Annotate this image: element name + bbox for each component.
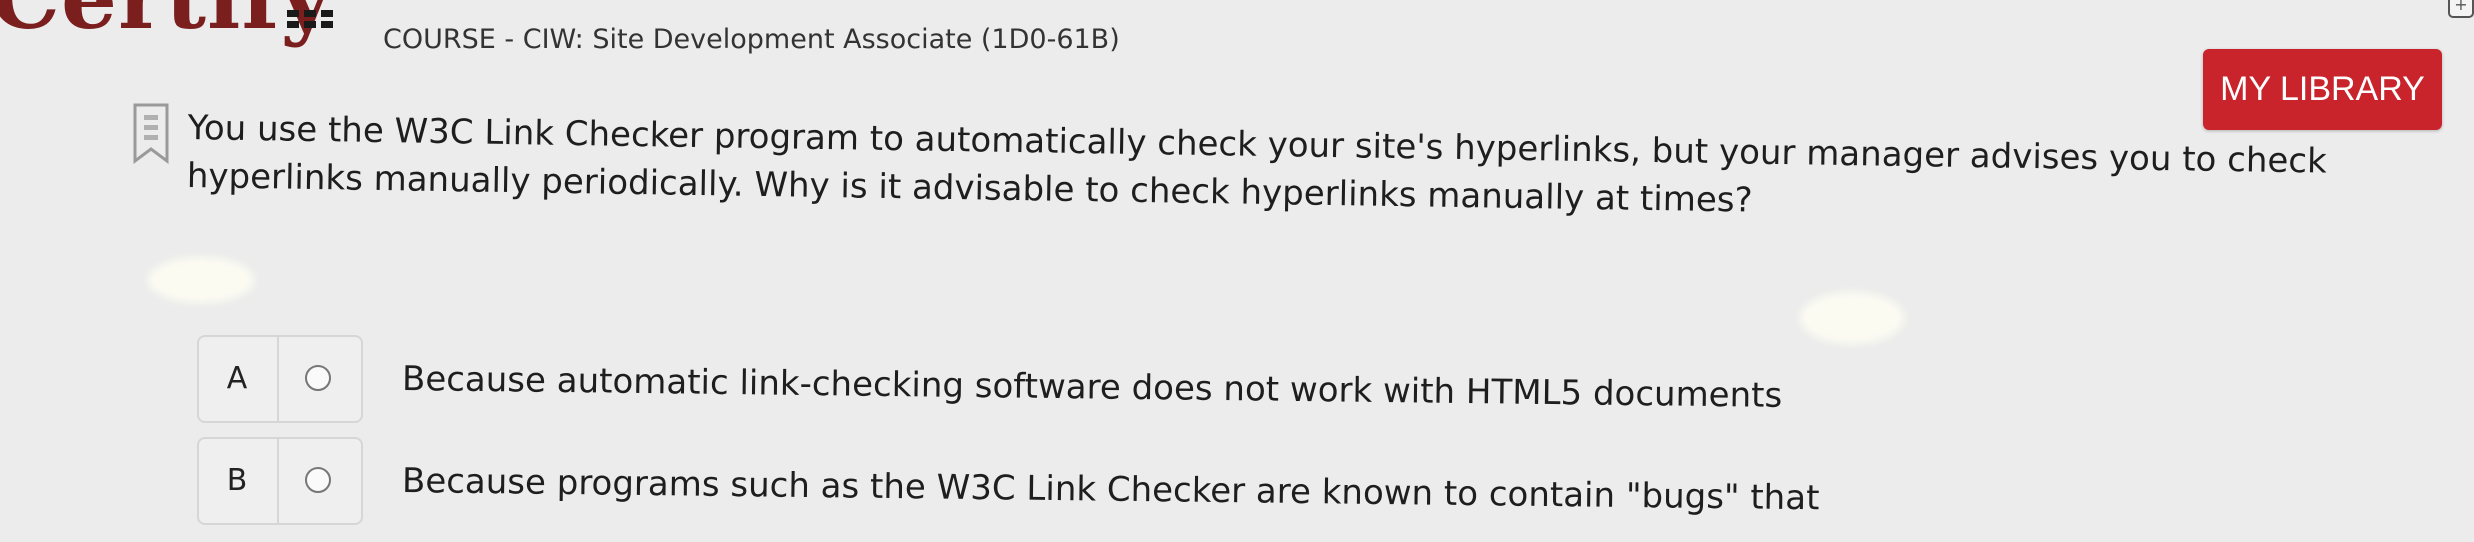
grid-menu-icon[interactable]: [287, 10, 333, 28]
question-text: You use the W3C Link Checker program to …: [186, 107, 2328, 221]
option-text[interactable]: Because automatic link-checking software…: [401, 335, 1783, 440]
option-letter: A: [197, 335, 279, 423]
my-library-button[interactable]: MY LIBRARY: [2203, 49, 2442, 130]
radio-button[interactable]: [305, 467, 331, 493]
screen-glare: [148, 257, 254, 303]
new-window-icon[interactable]: +: [2448, 0, 2474, 18]
option-text[interactable]: Because programs such as the W3C Link Ch…: [401, 437, 1820, 542]
screen-glare: [1800, 292, 1904, 344]
certify-logo: Certify: [0, 0, 332, 49]
option-letter: B: [197, 437, 279, 525]
course-title: COURSE - CIW: Site Development Associate…: [383, 24, 1120, 55]
radio-button[interactable]: [305, 365, 331, 391]
bookmark-flag-icon[interactable]: [133, 103, 169, 165]
